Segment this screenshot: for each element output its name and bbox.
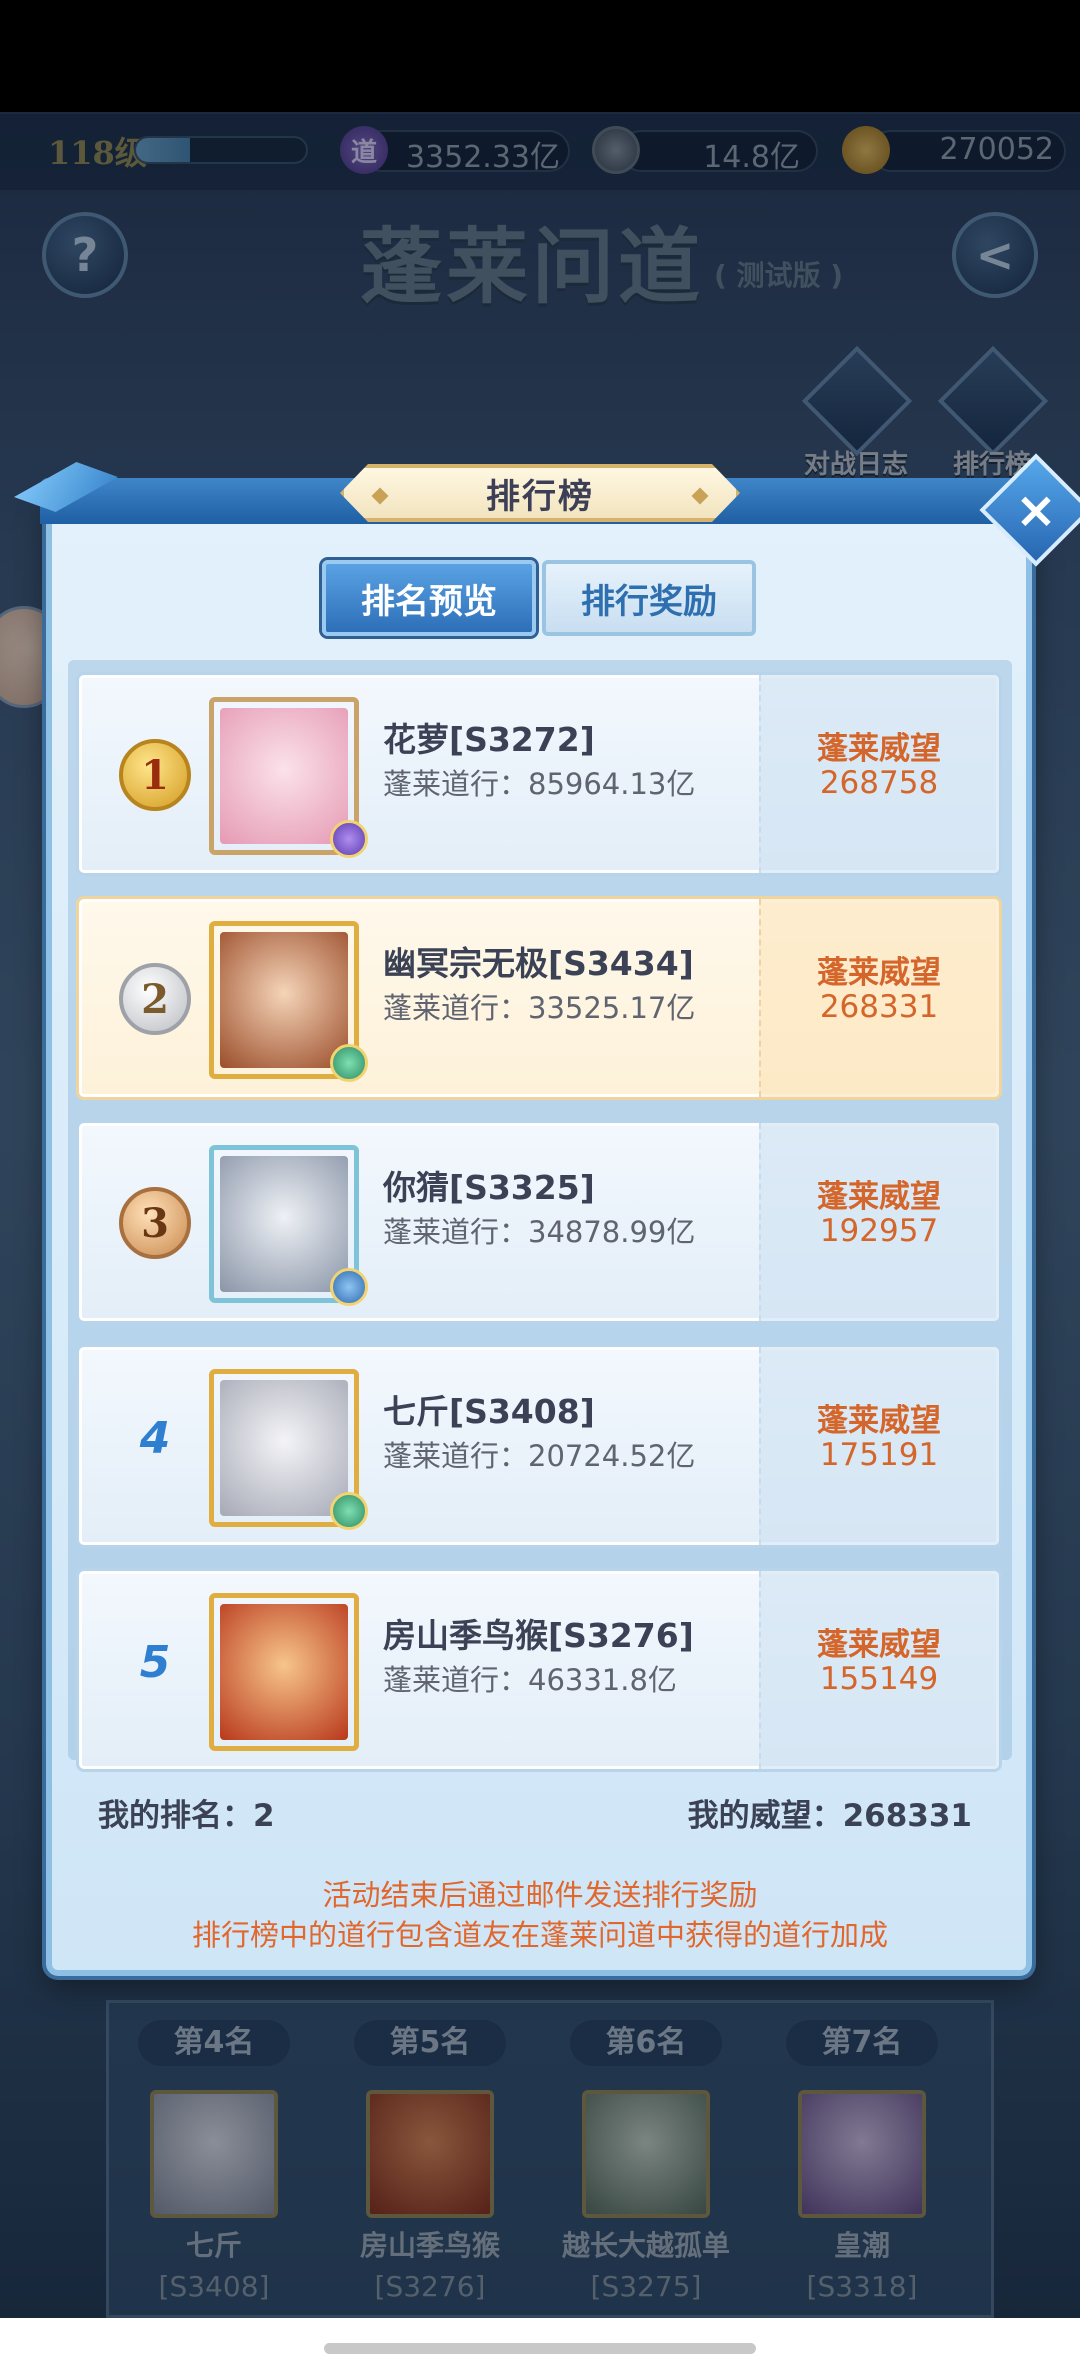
close-icon: × xyxy=(1015,481,1057,539)
player-power: 蓬莱道行：34878.99亿 xyxy=(383,1215,696,1249)
prestige-value: 175191 xyxy=(819,1437,939,1473)
player-power: 蓬莱道行：33525.17亿 xyxy=(383,991,696,1025)
prestige-label: 蓬莱威望 xyxy=(817,731,941,767)
avatar xyxy=(209,921,368,1082)
avatar-image xyxy=(220,708,348,844)
ranking-entry[interactable]: 4 七斤[S3408] 蓬莱道行：20724.52亿 蓬莱威望 175191 xyxy=(76,1344,1002,1548)
player-name: 七斤[S3408] xyxy=(383,1392,595,1431)
prestige-cell: 蓬莱威望 268331 xyxy=(759,899,999,1097)
avatar-image xyxy=(220,932,348,1068)
status-bar xyxy=(0,0,1080,112)
silver-medal-icon: 2 xyxy=(119,963,191,1035)
player-power: 蓬莱道行：20724.52亿 xyxy=(383,1439,696,1473)
ranking-entry[interactable]: 3 你猜[S3325] 蓬莱道行：34878.99亿 蓬莱威望 192957 xyxy=(76,1120,1002,1324)
rank-number: 4 xyxy=(139,1413,171,1464)
prestige-value: 268331 xyxy=(819,989,939,1025)
rank-badge-icon xyxy=(330,1492,368,1530)
player-name: 房山季鸟猴[S3276] xyxy=(383,1616,694,1655)
avatar-image xyxy=(220,1604,348,1740)
diamond-ornament-icon xyxy=(691,487,709,505)
my-prestige: 我的威望：268331 xyxy=(687,1798,972,1834)
prestige-label: 蓬莱威望 xyxy=(817,1179,941,1215)
prestige-value: 268758 xyxy=(819,765,939,801)
dao-note: 排行榜中的道行包含道友在蓬莱问道中获得的道行加成 xyxy=(191,1918,888,1952)
tab-rank-preview[interactable]: 排名预览 xyxy=(322,560,536,636)
player-power: 蓬莱道行：85964.13亿 xyxy=(383,767,696,801)
avatar-image xyxy=(220,1156,348,1292)
player-name: 幽冥宗无极[S3434] xyxy=(383,944,694,983)
rank-badge-icon xyxy=(330,1268,368,1306)
rank-number: 5 xyxy=(139,1637,171,1688)
avatar xyxy=(209,1145,368,1306)
avatar-image xyxy=(220,1380,348,1516)
reward-note: 活动结束后通过邮件发送排行奖励 xyxy=(322,1878,758,1912)
avatar xyxy=(209,1369,368,1530)
prestige-cell: 蓬莱威望 175191 xyxy=(759,1347,999,1545)
prestige-cell: 蓬莱威望 268758 xyxy=(759,675,999,873)
prestige-value: 155149 xyxy=(819,1661,939,1697)
player-name: 花萝[S3272] xyxy=(383,720,595,759)
player-power: 蓬莱道行：46331.8亿 xyxy=(383,1663,677,1697)
diamond-ornament-icon xyxy=(371,487,389,505)
tab-rank-rewards[interactable]: 排行奖励 xyxy=(542,560,756,636)
gold-medal-icon: 1 xyxy=(119,739,191,811)
avatar xyxy=(209,1593,359,1751)
prestige-cell: 蓬莱威望 192957 xyxy=(759,1123,999,1321)
prestige-label: 蓬莱威望 xyxy=(817,1403,941,1439)
prestige-cell: 蓬莱威望 155149 xyxy=(759,1571,999,1769)
ranking-entry[interactable]: 1 花萝[S3272] 蓬莱道行：85964.13亿 蓬莱威望 268758 xyxy=(76,672,1002,876)
prestige-value: 192957 xyxy=(819,1213,939,1249)
player-name: 你猜[S3325] xyxy=(383,1168,595,1207)
modal-title: 排行榜 xyxy=(486,476,594,517)
ranking-entry-self[interactable]: 2 幽冥宗无极[S3434] 蓬莱道行：33525.17亿 蓬莱威望 26833… xyxy=(76,896,1002,1100)
ranking-entry[interactable]: 5 房山季鸟猴[S3276] 蓬莱道行：46331.8亿 蓬莱威望 155149 xyxy=(76,1568,1002,1772)
modal-title-plaque: 排行榜 xyxy=(340,464,740,522)
bronze-medal-icon: 3 xyxy=(119,1187,191,1259)
home-indicator[interactable] xyxy=(324,2343,756,2354)
prestige-label: 蓬莱威望 xyxy=(817,955,941,991)
prestige-label: 蓬莱威望 xyxy=(817,1627,941,1663)
my-rank: 我的排名：2 xyxy=(98,1798,275,1834)
avatar xyxy=(209,697,368,858)
rank-badge-icon xyxy=(330,820,368,858)
rank-badge-icon xyxy=(330,1044,368,1082)
